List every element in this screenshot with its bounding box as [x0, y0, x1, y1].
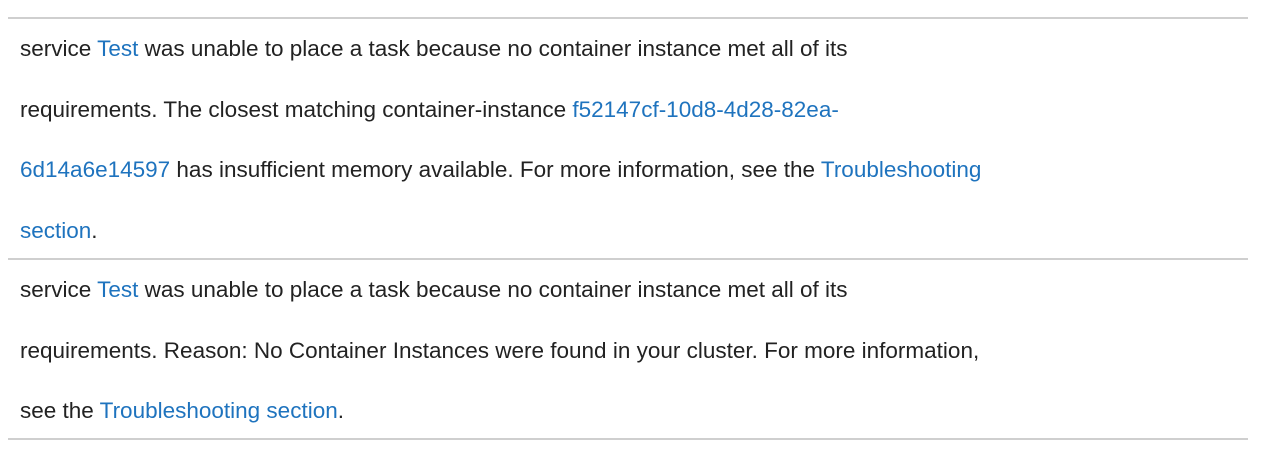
message-text: was unable to place a task because no co…: [138, 36, 848, 61]
service-link[interactable]: Test: [97, 36, 138, 61]
message-line: see the Troubleshooting section.: [20, 381, 1245, 442]
troubleshooting-link[interactable]: Troubleshooting section: [100, 398, 338, 423]
message-line: requirements. The closest matching conta…: [20, 80, 1245, 141]
message-text: service: [20, 36, 98, 61]
event-message: service Test was unable to place a task …: [20, 260, 1245, 442]
troubleshooting-link[interactable]: section: [20, 218, 91, 243]
service-link[interactable]: Test: [97, 277, 138, 302]
troubleshooting-link[interactable]: Troubleshooting: [821, 157, 982, 182]
message-line: service Test was unable to place a task …: [20, 260, 1245, 321]
message-text: requirements. The closest matching conta…: [20, 96, 573, 122]
container-instance-link[interactable]: 6d14a6e14597: [20, 157, 170, 182]
message-text: see the: [20, 398, 100, 423]
message-text: service: [20, 277, 98, 302]
message-text: .: [91, 217, 98, 243]
message-line: requirements. Reason: No Container Insta…: [20, 321, 1245, 382]
message-text: requirements. Reason: No Container Insta…: [20, 337, 980, 363]
message-line: service Test was unable to place a task …: [20, 19, 1245, 80]
event-message: service Test was unable to place a task …: [20, 19, 1245, 261]
message-line: section.: [20, 201, 1245, 262]
message-text: .: [337, 398, 344, 423]
container-instance-link[interactable]: f52147cf-10d8-4d28-82ea-: [572, 97, 838, 122]
message-text: was unable to place a task because no co…: [138, 277, 848, 302]
message-line: 6d14a6e14597 has insufficient memory ava…: [20, 140, 1245, 201]
message-text: has insufficient memory available. For m…: [170, 157, 821, 182]
divider: [8, 438, 1248, 440]
